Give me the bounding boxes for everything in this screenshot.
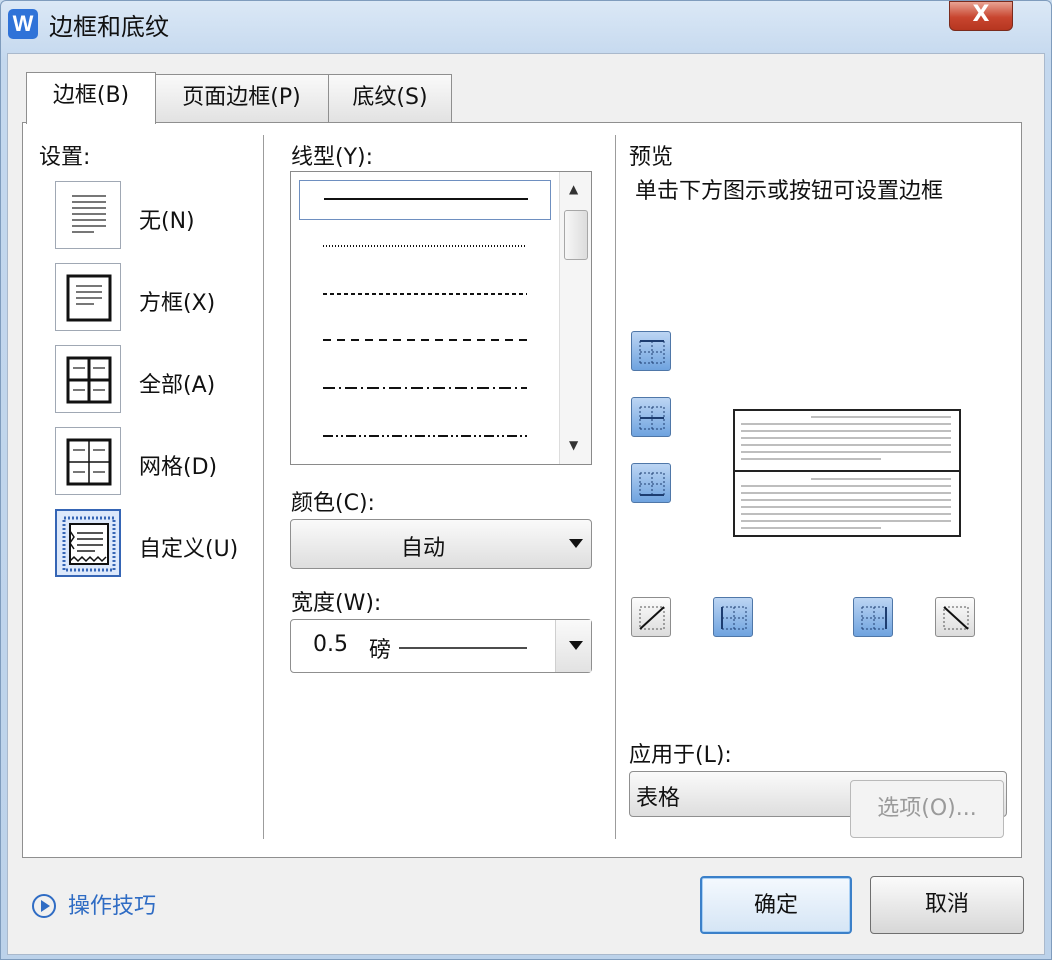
grid-setting-icon [66, 438, 112, 486]
chevron-down-icon [569, 641, 583, 650]
play-circle-icon[interactable] [32, 894, 56, 918]
dotted-line-icon [323, 245, 527, 247]
line-style-label: 线型(Y): [291, 145, 374, 170]
setting-box-label[interactable]: 方框(X) [139, 285, 215, 317]
setting-grid-label[interactable]: 网格(D) [139, 449, 217, 481]
ok-button[interactable]: 确定 [700, 876, 852, 934]
options-button[interactable]: 选项(O)... [850, 780, 1004, 838]
dashed-line-icon [323, 293, 527, 295]
all-setting-icon [66, 356, 112, 404]
wps-writer-icon: W [8, 9, 38, 39]
line-style-list[interactable]: ▲ ▼ [290, 171, 592, 465]
scroll-down-icon[interactable]: ▼ [569, 438, 578, 452]
preview-label: 预览 [629, 145, 674, 170]
bottom-border-icon [639, 472, 665, 496]
dialog-title: 边框和底纹 [49, 13, 169, 41]
chevron-down-icon [569, 539, 583, 548]
line-style-dash-dot-dot[interactable] [299, 416, 551, 456]
width-select[interactable]: 0.5 磅 [290, 619, 592, 673]
preview-table-diagram [735, 416, 959, 529]
setting-all-label[interactable]: 全部(A) [139, 367, 215, 399]
apply-to-value: 表格 [636, 786, 681, 811]
color-label: 颜色(C): [291, 491, 375, 516]
dialog-body: 页面边框(P) 底纹(S) 边框(B) 设置: 无(N) 方框(X) 全部(A)… [7, 53, 1045, 955]
border-preview[interactable] [733, 409, 961, 537]
width-unit: 磅 [369, 638, 392, 663]
line-style-solid[interactable] [299, 180, 551, 220]
setting-none-button[interactable] [55, 181, 121, 249]
color-select[interactable]: 自动 [290, 519, 592, 569]
left-border-toggle[interactable] [713, 597, 753, 637]
line-style-scrollbar[interactable]: ▲ ▼ [559, 172, 591, 464]
line-style-long-dash[interactable] [299, 320, 551, 360]
tab-shading[interactable]: 底纹(S) [328, 74, 452, 122]
dash-dot-line-icon [323, 387, 527, 389]
scroll-thumb[interactable] [564, 210, 588, 260]
bottom-border-toggle[interactable] [631, 463, 671, 503]
border-tab-panel: 设置: 无(N) 方框(X) 全部(A) 网格(D) 自定义(U) 线型(Y):… [22, 122, 1022, 858]
width-sample-line [399, 647, 527, 649]
dialog-window: W 边框和底纹 X 页面边框(P) 底纹(S) 边框(B) 设置: 无(N) 方… [0, 0, 1052, 960]
title-bar[interactable]: W 边框和底纹 X [1, 1, 1051, 53]
inside-horizontal-border-icon [639, 406, 665, 430]
close-button[interactable]: X [949, 1, 1013, 31]
custom-setting-icon [62, 516, 116, 572]
box-setting-icon [66, 274, 112, 322]
diagonal-down-border-toggle[interactable] [935, 597, 975, 637]
preview-hint: 单击下方图示或按钮可设置边框 [635, 179, 944, 204]
long-dash-line-icon [323, 339, 527, 341]
inside-horizontal-border-toggle[interactable] [631, 397, 671, 437]
line-style-dashed[interactable] [299, 274, 551, 314]
line-style-dotted[interactable] [299, 226, 551, 266]
divider [263, 135, 264, 839]
line-style-dash-dot[interactable] [299, 368, 551, 408]
scroll-up-icon[interactable]: ▲ [569, 182, 578, 196]
diagonal-down-border-icon [943, 606, 969, 630]
tab-border[interactable]: 边框(B) [26, 72, 156, 124]
tab-page-border[interactable]: 页面边框(P) [154, 74, 329, 122]
cancel-button[interactable]: 取消 [870, 876, 1024, 934]
divider [615, 135, 616, 839]
dash-dot-dot-line-icon [323, 435, 527, 437]
setting-grid-button[interactable] [55, 427, 121, 495]
width-label: 宽度(W): [291, 591, 382, 616]
diagonal-up-border-toggle[interactable] [631, 597, 671, 637]
color-value: 自动 [401, 536, 446, 561]
right-border-icon [861, 606, 887, 630]
setting-custom-label[interactable]: 自定义(U) [139, 531, 238, 563]
setting-box-button[interactable] [55, 263, 121, 331]
setting-custom-button[interactable] [55, 509, 121, 577]
apply-to-label: 应用于(L): [629, 743, 732, 768]
none-setting-icon [72, 195, 106, 233]
setting-all-button[interactable] [55, 345, 121, 413]
right-border-toggle[interactable] [853, 597, 893, 637]
left-border-icon [721, 606, 747, 630]
setting-none-label[interactable]: 无(N) [139, 203, 195, 235]
tips-link[interactable]: 操作技巧 [68, 888, 156, 920]
solid-line-icon [324, 198, 528, 200]
settings-label: 设置: [39, 145, 91, 170]
diagonal-up-border-icon [639, 606, 665, 630]
width-value: 0.5 [313, 632, 348, 657]
top-border-icon [639, 340, 665, 364]
top-border-toggle[interactable] [631, 331, 671, 371]
